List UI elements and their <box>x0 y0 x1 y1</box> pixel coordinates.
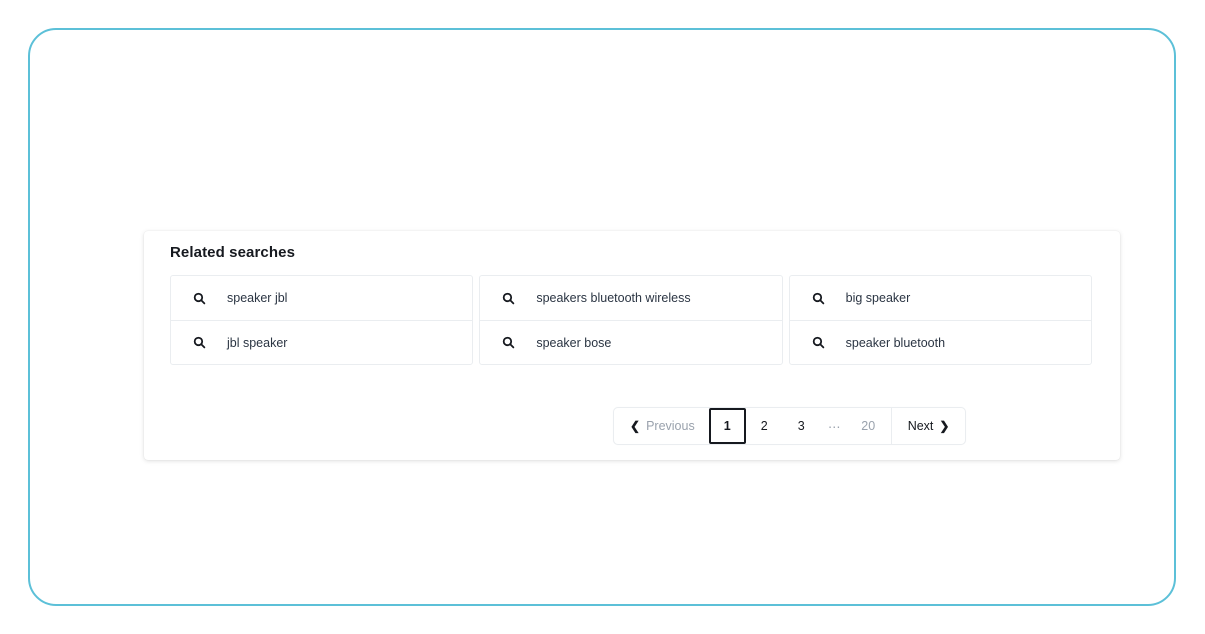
chevron-right-icon: ❯ <box>939 419 950 433</box>
pagination-page-1[interactable]: 1 <box>708 408 746 444</box>
list-item[interactable]: speaker bluetooth <box>789 320 1091 364</box>
suggestion-column-3: big speaker speaker bluetooth <box>788 275 1092 365</box>
search-icon <box>502 292 515 305</box>
list-item-label: big speaker <box>845 291 911 305</box>
search-icon <box>193 292 206 305</box>
chevron-left-icon: ❮ <box>630 419 641 433</box>
related-searches-card: Related searches speaker jbl jbl speaker… <box>144 231 1120 460</box>
suggestion-column-1: speaker jbl jbl speaker <box>170 275 474 365</box>
pagination-previous-button[interactable]: ❮ Previous <box>614 408 709 444</box>
list-item[interactable]: big speaker <box>790 276 1091 320</box>
pagination-last-page[interactable]: 20 <box>850 408 887 444</box>
list-item-label: jbl speaker <box>227 335 288 350</box>
search-icon <box>812 292 825 305</box>
search-icon <box>193 336 206 349</box>
pagination-page-label: 1 <box>723 419 731 433</box>
list-item[interactable]: speaker bose <box>480 320 782 364</box>
pagination-page-label: 3 <box>797 419 805 433</box>
pagination: ❮ Previous 1 2 3 ⋯ 20 Next ❯ <box>613 407 967 445</box>
list-item[interactable]: speakers bluetooth wireless <box>480 276 781 320</box>
pagination-previous-label: Previous <box>646 419 695 433</box>
pagination-ellipsis: ⋯ <box>820 408 850 444</box>
viewport-frame: Related searches speaker jbl jbl speaker… <box>28 28 1176 606</box>
pagination-page-2[interactable]: 2 <box>746 408 783 444</box>
list-item[interactable]: jbl speaker <box>171 320 473 364</box>
pagination-page-label: 2 <box>760 419 768 433</box>
search-icon <box>812 336 825 349</box>
pagination-next-button[interactable]: Next ❯ <box>890 408 966 444</box>
pagination-ellipsis-label: ⋯ <box>827 419 842 434</box>
page-title: Related searches <box>170 244 296 261</box>
pagination-next-label: Next <box>907 419 934 433</box>
list-item-label: speaker bluetooth <box>845 335 946 350</box>
related-searches-grid: speaker jbl jbl speaker speakers bluetoo… <box>170 275 1092 365</box>
list-item-label: speaker bose <box>536 335 612 350</box>
list-item[interactable]: speaker jbl <box>171 276 472 320</box>
suggestion-column-2: speakers bluetooth wireless speaker bose <box>479 275 783 365</box>
search-icon <box>502 336 515 349</box>
list-item-label: speakers bluetooth wireless <box>536 291 691 305</box>
pagination-page-label: 20 <box>861 419 876 433</box>
list-item-label: speaker jbl <box>227 291 288 305</box>
pagination-page-3[interactable]: 3 <box>783 408 820 444</box>
